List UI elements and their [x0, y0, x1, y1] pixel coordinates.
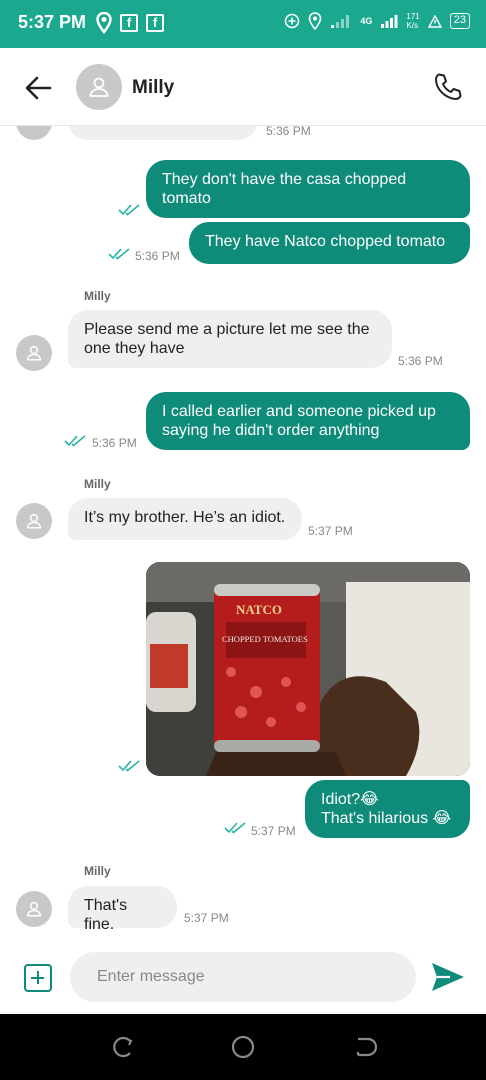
- network-type: 4G: [360, 16, 373, 26]
- sender-name: Milly: [84, 864, 111, 878]
- recent-apps-icon[interactable]: [110, 1034, 136, 1060]
- facebook-icon: f: [120, 14, 138, 32]
- message-bubble-incoming[interactable]: That's fine.: [68, 886, 177, 933]
- signal-strong-icon: [381, 15, 398, 28]
- person-icon: [26, 901, 42, 917]
- message-time: 5:36 PM: [398, 354, 443, 368]
- status-bar: 5:37 PM f f 4G 171 K/s 23: [0, 0, 486, 48]
- message-bubble-outgoing[interactable]: Idiot?😂 That's hilarious 😂: [305, 780, 470, 838]
- person-icon: [89, 77, 109, 97]
- warning-icon: [427, 14, 442, 28]
- double-check-icon: [108, 248, 130, 260]
- message-bubble-incoming-partial[interactable]: [68, 126, 258, 140]
- send-icon[interactable]: [430, 960, 466, 994]
- message-bubble-incoming[interactable]: Please send me a picture let me see the …: [68, 310, 392, 368]
- message-list[interactable]: 5:36 PM They don't have the casa chopped…: [0, 126, 486, 944]
- person-icon: [26, 513, 42, 529]
- message-image[interactable]: NATCO CHOPPED TOMATOES: [146, 562, 470, 776]
- contact-avatar-small[interactable]: [16, 503, 52, 539]
- tomato-can-photo: NATCO CHOPPED TOMATOES: [146, 562, 470, 776]
- back-nav-icon[interactable]: [352, 1034, 378, 1060]
- location-pin-icon: [96, 12, 112, 34]
- can-product-text: CHOPPED TOMATOES: [222, 634, 308, 644]
- double-check-icon: [224, 822, 246, 834]
- chat-header: Milly: [0, 48, 486, 126]
- can-brand-text: NATCO: [236, 602, 282, 617]
- phone-icon[interactable]: [432, 70, 464, 102]
- data-saver-icon: [285, 13, 300, 29]
- compose-bar: [0, 944, 486, 1012]
- system-navigation-bar: [0, 1014, 486, 1080]
- person-icon: [26, 345, 42, 361]
- status-time: 5:37 PM: [18, 12, 87, 32]
- message-time: 5:37 PM: [308, 524, 353, 538]
- contact-avatar-small[interactable]: [16, 335, 52, 371]
- message-text-line: That's hilarious 😂: [321, 810, 452, 827]
- contact-avatar[interactable]: [76, 64, 122, 110]
- message-text-line: Idiot?😂: [321, 791, 379, 808]
- message-time: 5:36 PM: [266, 126, 311, 138]
- contact-name[interactable]: Milly: [132, 77, 174, 99]
- location-icon: [309, 12, 322, 30]
- sender-name: Milly: [84, 477, 111, 491]
- signal-weak-icon: [331, 15, 350, 28]
- contact-avatar-small[interactable]: [16, 891, 52, 927]
- plus-square-icon[interactable]: [24, 964, 52, 992]
- sender-name: Milly: [84, 289, 111, 303]
- facebook-icon: f: [146, 14, 164, 32]
- back-arrow-icon[interactable]: [20, 70, 56, 106]
- message-bubble-incoming[interactable]: It’s my brother. He’s an idiot.: [68, 498, 302, 540]
- home-icon[interactable]: [230, 1034, 256, 1060]
- battery-icon: 23: [449, 13, 470, 29]
- speed-value: 171: [406, 12, 420, 21]
- double-check-icon: [118, 760, 140, 772]
- message-input[interactable]: [70, 952, 416, 1002]
- double-check-icon: [64, 435, 86, 447]
- message-bubble-outgoing[interactable]: I called earlier and someone picked up s…: [146, 392, 470, 450]
- message-bubble-outgoing[interactable]: They don't have the casa chopped tomato: [146, 160, 470, 218]
- message-time: 5:36 PM: [92, 436, 137, 450]
- message-bubble-outgoing[interactable]: They have Natco chopped tomato: [189, 222, 470, 264]
- message-time: 5:37 PM: [251, 824, 296, 838]
- message-time: 5:37 PM: [184, 911, 229, 925]
- double-check-icon: [118, 204, 140, 216]
- message-time: 5:36 PM: [135, 249, 180, 263]
- speed-unit: K/s: [406, 21, 418, 30]
- contact-avatar-small: [16, 126, 52, 140]
